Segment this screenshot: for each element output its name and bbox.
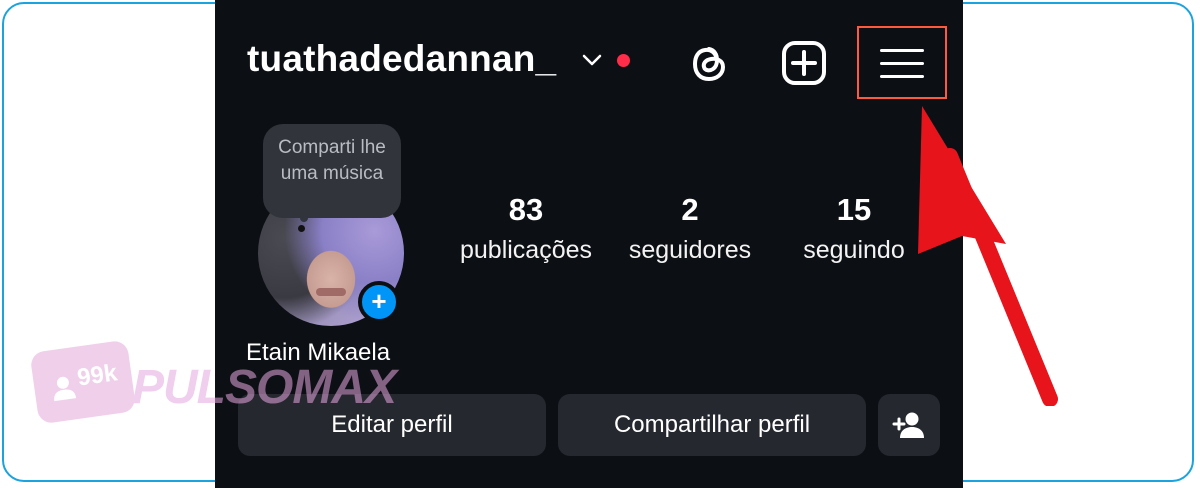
share-profile-button[interactable]: Compartilhar perfil bbox=[558, 394, 866, 456]
red-arrow-annotation bbox=[918, 106, 1058, 406]
add-story-plus-icon[interactable]: + bbox=[358, 281, 400, 323]
avatar-detail bbox=[316, 288, 346, 296]
stat-posts-value: 83 bbox=[508, 192, 544, 227]
watermark-brand: PULSOMAX bbox=[132, 361, 397, 414]
add-post-icon[interactable] bbox=[780, 39, 828, 87]
watermark-badge: 99k bbox=[29, 339, 137, 425]
stat-followers-label: seguidores bbox=[628, 236, 752, 264]
menu-bar-bottom bbox=[880, 75, 924, 78]
avatar-detail bbox=[298, 225, 305, 232]
threads-icon[interactable] bbox=[687, 40, 733, 86]
hamburger-menu-button[interactable] bbox=[857, 26, 947, 99]
watermark-count: 99k bbox=[75, 359, 119, 392]
username-title[interactable]: tuathadedannan_ bbox=[247, 38, 556, 80]
add-person-icon bbox=[892, 412, 924, 438]
menu-bar-middle bbox=[880, 62, 924, 65]
chevron-down-icon[interactable] bbox=[581, 52, 603, 68]
stat-posts-label: publicações bbox=[459, 236, 593, 264]
notification-dot bbox=[617, 54, 630, 67]
stat-followers[interactable]: 2 seguidores bbox=[615, 190, 765, 270]
stat-followers-value: 2 bbox=[681, 192, 699, 227]
person-icon bbox=[54, 376, 77, 402]
watermark: 99k PULSOMAX bbox=[29, 339, 422, 442]
note-bubble-tail bbox=[300, 214, 308, 222]
stat-posts[interactable]: 83 publicações bbox=[443, 190, 609, 270]
menu-bar-top bbox=[880, 49, 924, 52]
note-bubble[interactable]: Comparti lhe uma música bbox=[263, 124, 401, 218]
